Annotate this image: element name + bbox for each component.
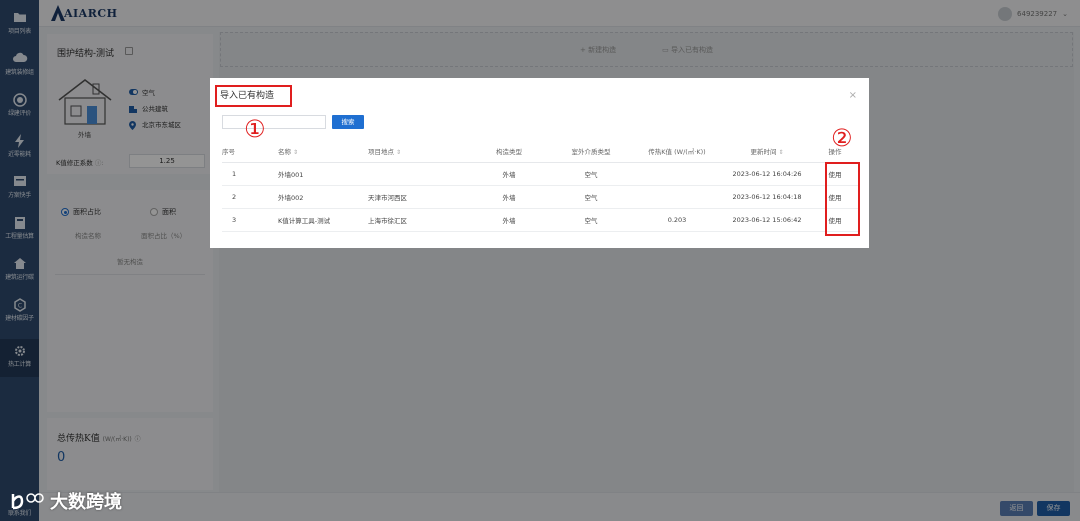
struct-table: 序号 名称 ⇕ 项目地点 ⇕ 构造类型 室外介质类型 传热K值 (W/(㎡·K)) … — [222, 140, 858, 232]
search-button[interactable]: 搜索 — [332, 115, 364, 129]
table-row: 2 外墙002 天津市河西区 外墙 空气 2023-06-12 16:04:18… — [222, 185, 858, 209]
sort-icon: ⇕ — [396, 148, 402, 156]
cell-type: 外墙 — [468, 162, 550, 186]
cell-location: 天津市河西区 — [368, 185, 468, 209]
cell-medium: 空气 — [550, 162, 632, 186]
cell-updated: 2023-06-12 16:04:26 — [722, 162, 812, 186]
cell-medium: 空气 — [550, 185, 632, 209]
import-modal: 导入已有构造 × 搜索 序号 名称 ⇕ 项目地点 ⇕ 构造类型 室外介质类型 传热K… — [210, 78, 869, 248]
cell-medium: 空气 — [550, 208, 632, 232]
col-location[interactable]: 项目地点 ⇕ — [368, 140, 468, 163]
cell-no: 2 — [222, 185, 278, 209]
cell-location: 上海市徐汇区 — [368, 208, 468, 232]
cell-type: 外墙 — [468, 185, 550, 209]
cell-k: 0.203 — [632, 208, 722, 232]
col-medium: 室外介质类型 — [550, 140, 632, 163]
close-icon[interactable]: × — [849, 90, 857, 101]
annotation-number-2: ② — [831, 124, 853, 152]
cell-updated: 2023-06-12 16:04:18 — [722, 185, 812, 209]
cell-no: 3 — [222, 208, 278, 232]
cell-name: 外墙001 — [278, 162, 368, 186]
cell-name: K值计算工具-测试 — [278, 208, 368, 232]
cell-type: 外墙 — [468, 208, 550, 232]
cell-k — [632, 162, 722, 186]
cell-updated: 2023-06-12 15:06:42 — [722, 208, 812, 232]
col-type: 构造类型 — [468, 140, 550, 163]
annotation-box-use — [825, 162, 860, 236]
watermark: 大数跨境 — [10, 488, 122, 514]
annotation-box-title — [215, 85, 292, 107]
table-header: 序号 名称 ⇕ 项目地点 ⇕ 构造类型 室外介质类型 传热K值 (W/(㎡·K)) … — [222, 140, 858, 163]
col-name[interactable]: 名称 ⇕ — [278, 140, 368, 163]
watermark-logo-icon — [11, 493, 44, 510]
cell-location — [368, 162, 468, 186]
col-no: 序号 — [222, 140, 278, 163]
table-row: 3 K值计算工具-测试 上海市徐汇区 外墙 空气 0.203 2023-06-1… — [222, 208, 858, 232]
search-input[interactable] — [222, 115, 326, 129]
sort-icon: ⇕ — [778, 148, 784, 156]
col-updated[interactable]: 更新时间 ⇕ — [722, 140, 812, 163]
sort-icon: ⇕ — [293, 148, 299, 156]
cell-no: 1 — [222, 162, 278, 186]
cell-k — [632, 185, 722, 209]
annotation-number-1: ① — [244, 115, 266, 143]
col-k: 传热K值 (W/(㎡·K)) — [632, 140, 722, 163]
cell-name: 外墙002 — [278, 185, 368, 209]
table-row: 1 外墙001 外墙 空气 2023-06-12 16:04:26 使用 — [222, 162, 858, 186]
